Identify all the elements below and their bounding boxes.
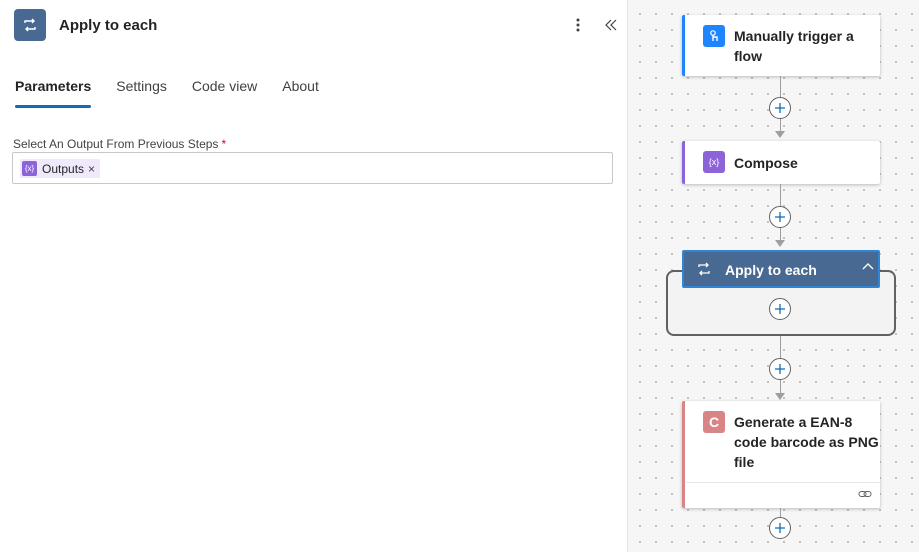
field-label-text: Select An Output From Previous Steps — [13, 137, 219, 151]
compose-icon: {x} — [703, 151, 725, 173]
node-compose[interactable]: {x} Compose — [682, 141, 880, 184]
tab-code-view[interactable]: Code view — [192, 78, 257, 110]
tab-parameters[interactable]: Parameters — [15, 78, 92, 110]
tab-about[interactable]: About — [282, 78, 319, 110]
select-output-field[interactable]: {x} Outputs × — [12, 152, 613, 184]
node-title: Manually trigger a flow — [734, 26, 854, 66]
add-step-button[interactable] — [769, 97, 791, 119]
touch-trigger-icon — [703, 25, 725, 47]
action-config-panel: Apply to each Parameters Settings Code v… — [0, 0, 628, 552]
plus-icon — [775, 103, 785, 113]
required-mark: * — [221, 137, 227, 151]
node-title: Apply to each — [725, 262, 817, 278]
panel-title: Apply to each — [59, 17, 158, 34]
node-apply-to-each[interactable]: Apply to each — [682, 250, 880, 288]
connector-arrow — [775, 393, 785, 400]
node-accent-bar — [682, 15, 685, 76]
connector-arrow — [775, 131, 785, 138]
tab-settings[interactable]: Settings — [116, 78, 167, 110]
plus-icon — [775, 304, 785, 314]
connector-c-icon: C — [703, 411, 725, 433]
field-label: Select An Output From Previous Steps * — [13, 137, 226, 151]
node-accent-bar — [682, 401, 685, 508]
outputs-token[interactable]: {x} Outputs × — [20, 159, 101, 178]
node-title-line: Generate a EAN-8 — [734, 414, 853, 430]
panel-tabs: Parameters Settings Code view About — [15, 78, 344, 112]
add-step-button[interactable] — [769, 206, 791, 228]
node-title-line: flow — [734, 48, 762, 64]
plus-icon — [775, 364, 785, 374]
node-title-line: Manually trigger a — [734, 28, 854, 44]
loop-icon — [698, 262, 710, 276]
node-title: Compose — [734, 155, 798, 171]
double-chevron-left-icon — [605, 19, 617, 31]
panel-header: Apply to each — [0, 0, 628, 52]
node-title: Generate a EAN-8 code barcode as PNG fil… — [734, 412, 879, 472]
plus-icon — [775, 212, 785, 222]
add-step-button[interactable] — [769, 358, 791, 380]
link-icon — [858, 491, 872, 497]
more-options-button[interactable] — [568, 13, 588, 37]
node-title-line: file — [734, 454, 755, 470]
plus-icon — [775, 523, 785, 533]
compose-icon: {x} — [22, 161, 37, 176]
collapse-panel-button[interactable] — [600, 13, 622, 37]
token-label: Outputs — [42, 161, 85, 176]
node-manually-trigger[interactable]: Manually trigger a flow — [682, 15, 880, 76]
more-vertical-icon — [576, 18, 580, 32]
connector-arrow — [775, 240, 785, 247]
card-divider — [686, 482, 880, 483]
add-step-button[interactable] — [769, 517, 791, 539]
node-generate-barcode[interactable]: C Generate a EAN-8 code barcode as PNG f… — [682, 401, 880, 508]
chevron-up-icon[interactable] — [861, 260, 875, 274]
loop-icon — [14, 9, 46, 41]
token-remove-button[interactable]: × — [88, 162, 95, 176]
node-title-line: code barcode as PNG — [734, 434, 879, 450]
add-step-in-loop-button[interactable] — [769, 298, 791, 320]
node-accent-bar — [682, 141, 685, 184]
